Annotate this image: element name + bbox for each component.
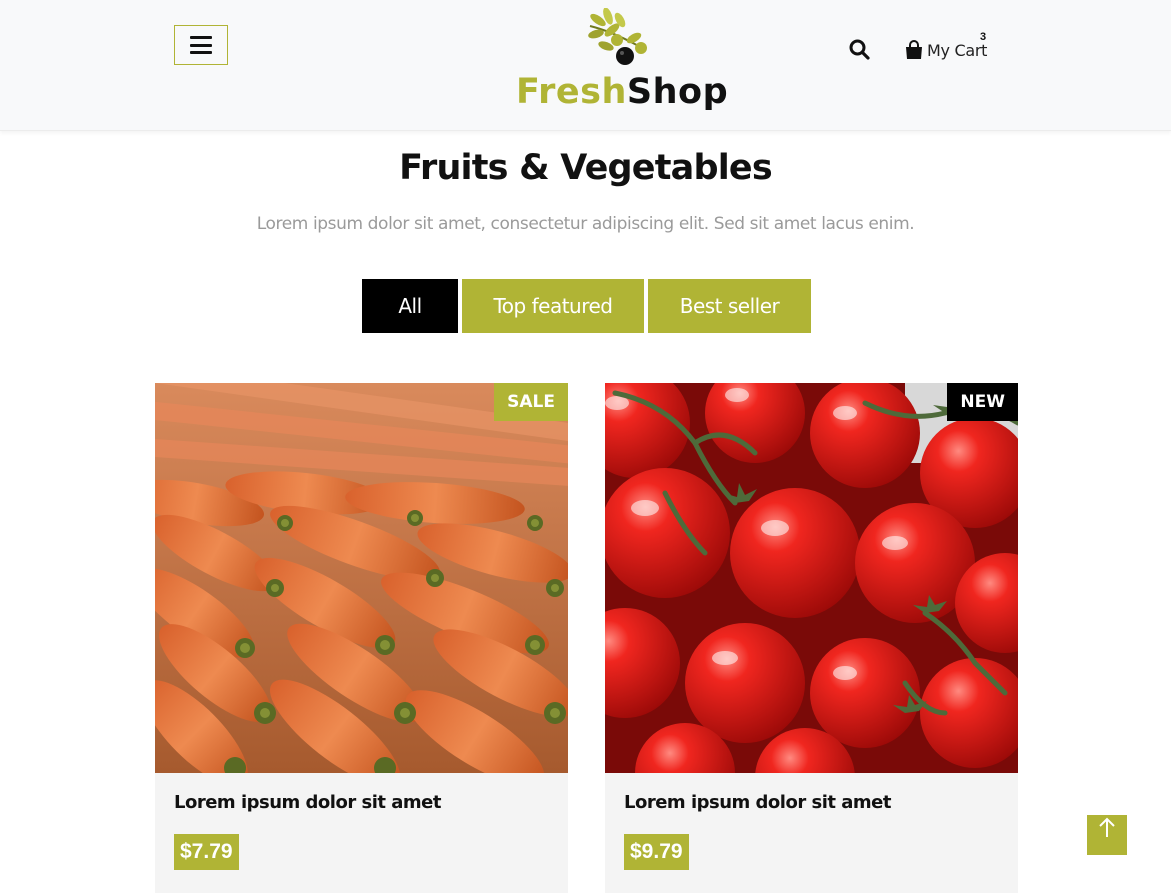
hamburger-icon xyxy=(190,36,212,54)
cart-button[interactable]: My Cart 3 xyxy=(905,31,988,64)
product-title[interactable]: Lorem ipsum dolor sit amet xyxy=(624,792,891,813)
site-header: FreshShop My Cart 3 xyxy=(0,0,1171,131)
cart-label: My Cart xyxy=(927,40,988,60)
section-subtitle: Lorem ipsum dolor sit amet, consectetur … xyxy=(256,214,915,234)
arrow-up-icon xyxy=(1099,817,1115,837)
sale-badge: SALE xyxy=(494,383,568,421)
product-title[interactable]: Lorem ipsum dolor sit amet xyxy=(174,792,441,813)
olive-branch-icon xyxy=(588,8,647,65)
logo-text: FreshShop xyxy=(516,72,728,112)
back-to-top-button[interactable] xyxy=(1087,815,1127,855)
product-image-tomatoes[interactable]: NEW xyxy=(605,383,1018,773)
logo-word-fresh: Fresh xyxy=(516,72,627,112)
new-badge: NEW xyxy=(947,383,1018,421)
search-icon[interactable] xyxy=(848,38,872,62)
filter-all-button[interactable]: All xyxy=(362,279,458,333)
product-price: $7.79 xyxy=(174,834,239,870)
product-filter-tabs: All Top featured Best seller xyxy=(362,279,811,333)
shopping-bag-icon xyxy=(906,40,922,59)
product-price: $9.79 xyxy=(624,834,689,870)
site-logo[interactable]: FreshShop xyxy=(512,8,728,118)
filter-best-seller-button[interactable]: Best seller xyxy=(648,279,811,333)
product-image-carrots[interactable]: SALE xyxy=(155,383,568,773)
section-title: Fruits & Vegetables xyxy=(399,148,773,188)
menu-toggle-button[interactable] xyxy=(174,25,228,65)
product-card[interactable]: SALE Lorem ipsum dolor sit amet $7.79 xyxy=(155,383,568,893)
cart-count-badge: 3 xyxy=(980,31,987,43)
filter-top-featured-button[interactable]: Top featured xyxy=(462,279,644,333)
logo-word-shop: Shop xyxy=(626,72,729,112)
product-card[interactable]: NEW Lorem ipsum dolor sit amet $9.79 xyxy=(605,383,1018,893)
